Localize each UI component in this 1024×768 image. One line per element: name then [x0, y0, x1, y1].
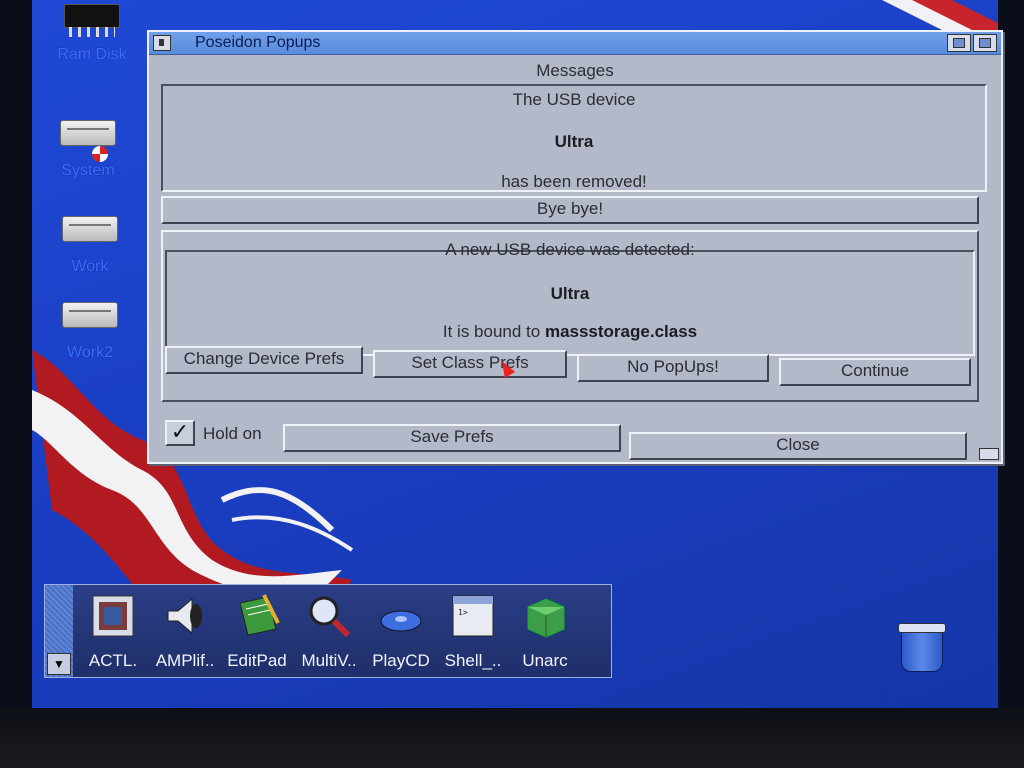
save-prefs-button[interactable]: Save Prefs	[283, 424, 621, 452]
window-zoom-gadget[interactable]	[947, 34, 971, 52]
device-name: Ultra	[550, 284, 590, 303]
set-class-prefs-button[interactable]: Set Class Prefs	[373, 350, 567, 378]
trash-label: BenchTrash	[879, 686, 965, 703]
dock-item-label: ACTL.	[88, 651, 138, 670]
no-popups-button[interactable]: No PopUps!	[577, 354, 769, 382]
dock-item-label: Unarc	[522, 651, 568, 670]
dock-item-label: MultiV..	[301, 651, 357, 670]
message-line: has been removed!	[501, 172, 647, 191]
film-icon	[90, 593, 136, 639]
bound-class: massstorage.class	[544, 322, 698, 341]
change-device-prefs-button[interactable]: Change Device Prefs	[165, 346, 363, 374]
dock-handle[interactable]: ▼	[45, 585, 73, 677]
bye-bye-button[interactable]: Bye bye!	[161, 196, 979, 224]
window-close-gadget[interactable]	[153, 35, 171, 51]
notepad-icon	[234, 593, 280, 639]
poseidon-popups-window: Poseidon Popups Messages The USB device …	[147, 30, 1003, 464]
message-detected-group: A new USB device was detected: Ultra It …	[161, 230, 979, 402]
bench-trash[interactable]: BenchTrash	[862, 623, 982, 704]
monitor-bezel	[0, 708, 1024, 768]
dock-item-actl[interactable]: ACTL.	[73, 593, 153, 671]
dock-item-amplifier[interactable]: AMPlif..	[145, 593, 225, 671]
window-titlebar[interactable]: Poseidon Popups	[149, 32, 1001, 55]
window-depth-gadget[interactable]	[973, 34, 997, 52]
desktop-icon-label: Work	[71, 258, 109, 275]
dock-item-unarc[interactable]: Unarc	[505, 593, 585, 671]
drive-icon	[62, 216, 118, 242]
desktop-icon-label: Ram Disk	[57, 46, 127, 63]
hold-on-checkbox[interactable]: ✓	[165, 420, 195, 446]
speaker-icon	[162, 593, 208, 639]
window-title: Poseidon Popups	[195, 34, 321, 51]
shell-window-icon: 1>	[450, 593, 496, 639]
dock-item-label: AMPlif..	[155, 651, 215, 670]
dock-item-label: PlayCD	[372, 651, 430, 670]
box-icon	[522, 593, 568, 639]
message-detected-panel: A new USB device was detected: Ultra It …	[165, 240, 975, 356]
dock-item-label: EditPad	[227, 651, 287, 670]
message-removed-panel: The USB device Ultra has been removed!	[161, 84, 987, 192]
bound-prefix: It is bound to	[442, 322, 541, 341]
desktop-icon-label: Work2	[67, 344, 113, 361]
dock-item-multiview[interactable]: MultiV..	[289, 593, 369, 671]
desktop-icon-work[interactable]: Work	[40, 208, 140, 276]
svg-text:1>: 1>	[458, 608, 468, 617]
message-line: The USB device	[512, 90, 636, 109]
dock-item-editpad[interactable]: EditPad	[217, 593, 297, 671]
hold-on-label: Hold on	[203, 424, 262, 443]
ram-chip-icon	[64, 4, 120, 37]
magnifier-icon	[306, 593, 352, 639]
message-line: A new USB device was detected:	[445, 240, 695, 259]
window-resize-gadget[interactable]	[979, 448, 999, 460]
dock-item-playcd[interactable]: PlayCD	[361, 593, 441, 671]
desktop-icon-label: System	[61, 162, 115, 179]
cd-icon	[378, 593, 424, 639]
device-name: Ultra	[554, 132, 594, 151]
desktop-icon-ram-disk[interactable]: Ram Disk	[42, 0, 142, 64]
messages-group-title: Messages	[536, 61, 614, 80]
dock: ▼ ACTL. AMPlif.. EditPad MultiV.. PlayCD…	[44, 584, 612, 678]
boing-ball-icon	[92, 146, 108, 162]
dock-menu-button[interactable]: ▼	[47, 653, 71, 675]
continue-button[interactable]: Continue	[779, 358, 971, 386]
dock-item-shell[interactable]: 1> Shell_..	[433, 593, 513, 671]
window-content: Messages The USB device Ultra has been r…	[155, 60, 995, 460]
drive-icon	[62, 302, 118, 328]
trash-icon	[898, 623, 946, 672]
desktop-icon-system[interactable]: System	[38, 112, 138, 180]
close-button[interactable]: Close	[629, 432, 967, 460]
drive-icon	[60, 120, 116, 146]
desktop-icon-work2[interactable]: Work2	[40, 294, 140, 362]
dock-item-label: Shell_..	[444, 651, 502, 670]
